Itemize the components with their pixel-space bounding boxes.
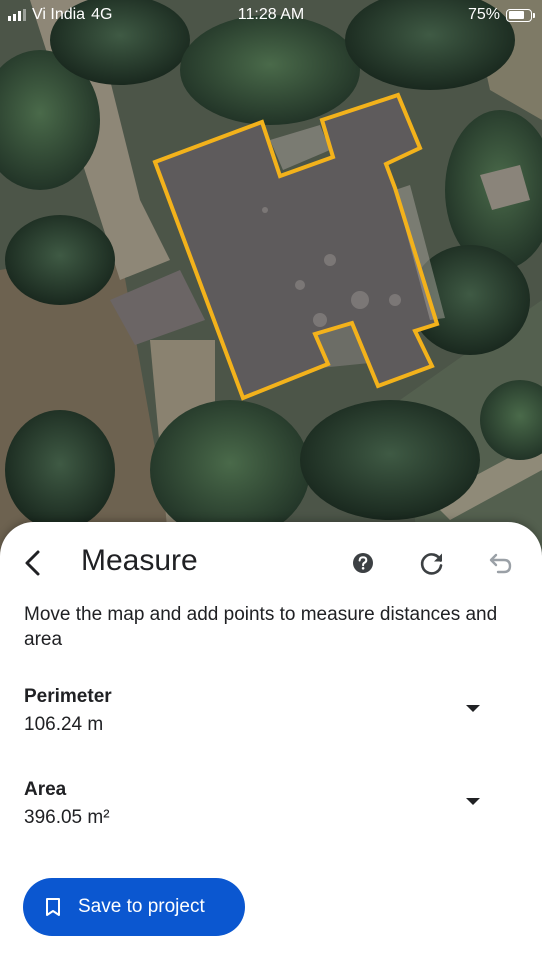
undo-button[interactable]: [484, 546, 518, 580]
save-to-project-button[interactable]: Save to project: [23, 878, 245, 936]
refresh-icon: [420, 553, 443, 575]
perimeter-row[interactable]: Perimeter 106.24 m: [0, 686, 542, 756]
area-row[interactable]: Area 396.05 m²: [0, 779, 542, 849]
battery-icon: [506, 8, 535, 22]
clock: 11:28 AM: [237, 6, 305, 23]
measure-panel: Measure Move the map and add points to m…: [0, 522, 542, 965]
instructions-text: Move the map and add points to measure d…: [24, 604, 498, 650]
chevron-left-icon: [25, 550, 40, 576]
bookmark-icon: [46, 898, 60, 916]
map-imagery: [0, 0, 542, 560]
back-button[interactable]: [16, 546, 50, 580]
page-title: Measure: [81, 544, 198, 577]
satellite-map[interactable]: [0, 0, 542, 560]
caret-down-icon: [466, 798, 480, 805]
help-button[interactable]: [346, 546, 380, 580]
help-circle-icon: [353, 553, 373, 573]
area-label: Area: [24, 779, 67, 800]
caret-down-icon: [466, 705, 480, 712]
status-bar: Vi India 4G 11:28 AM 75%: [0, 0, 542, 32]
perimeter-value: 106.24 m: [24, 714, 104, 735]
reset-button[interactable]: [415, 546, 449, 580]
perimeter-label: Perimeter: [24, 686, 112, 707]
undo-icon: [489, 553, 512, 574]
panel-header: Measure: [0, 522, 542, 602]
battery-percent: 75%: [467, 6, 500, 23]
save-button-label: Save to project: [78, 896, 205, 917]
area-value: 396.05 m²: [24, 807, 110, 828]
